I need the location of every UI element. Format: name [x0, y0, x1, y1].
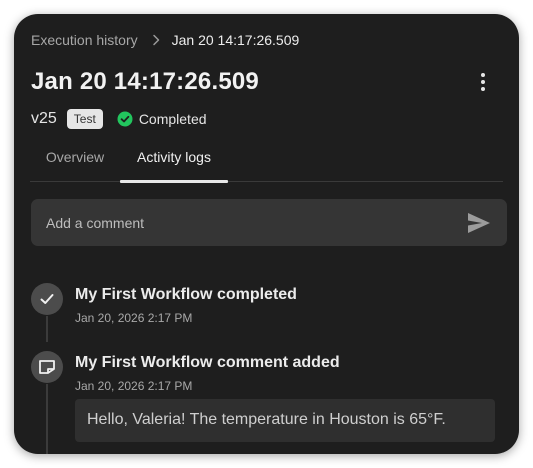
- comment-box: [31, 199, 507, 246]
- execution-panel: Execution history Jan 20 14:17:26.509 Ja…: [14, 14, 519, 454]
- activity-title: My First Workflow comment added: [75, 354, 340, 371]
- check-circle-icon: [117, 111, 133, 127]
- status-label: Completed: [138, 111, 207, 127]
- vertical-ellipsis-icon: [481, 73, 485, 91]
- timeline-connector: [46, 384, 48, 454]
- active-tab-indicator: [120, 180, 228, 183]
- tab-bar: Overview Activity logs: [30, 148, 503, 183]
- send-comment-button[interactable]: [466, 211, 492, 235]
- more-options-button[interactable]: [471, 69, 495, 95]
- timeline-connector: [46, 316, 48, 342]
- breadcrumb-current: Jan 20 14:17:26.509: [171, 32, 300, 48]
- comment-input[interactable]: [46, 199, 446, 246]
- status-indicator: Completed: [117, 111, 207, 127]
- chevron-right-icon: [152, 34, 160, 46]
- activity-timestamp: Jan 20, 2026 2:17 PM: [75, 379, 193, 393]
- activity-comment-text: Hello, Valeria! The temperature in Houst…: [87, 411, 446, 428]
- meta-row: v25 Test Completed: [31, 108, 207, 130]
- tab-activity-logs[interactable]: Activity logs: [120, 148, 228, 183]
- activity-comment-body: Hello, Valeria! The temperature in Houst…: [75, 399, 495, 442]
- tab-activity-logs-label: Activity logs: [137, 149, 211, 165]
- tab-overview[interactable]: Overview: [30, 148, 120, 181]
- breadcrumb-execution-history-link[interactable]: Execution history: [31, 31, 138, 49]
- note-icon: [39, 360, 55, 374]
- tab-overview-label: Overview: [45, 149, 105, 165]
- page-title: Jan 20 14:17:26.509: [31, 68, 259, 95]
- test-badge: Test: [66, 109, 103, 129]
- version-label: v25: [31, 110, 57, 127]
- activity-completed-icon: [31, 283, 63, 315]
- activity-title: My First Workflow completed: [75, 286, 297, 303]
- send-icon: [468, 213, 490, 233]
- activity-timestamp: Jan 20, 2026 2:17 PM: [75, 311, 193, 325]
- breadcrumb: Execution history Jan 20 14:17:26.509: [31, 31, 299, 49]
- activity-comment-icon: [31, 351, 63, 383]
- check-icon: [40, 294, 54, 304]
